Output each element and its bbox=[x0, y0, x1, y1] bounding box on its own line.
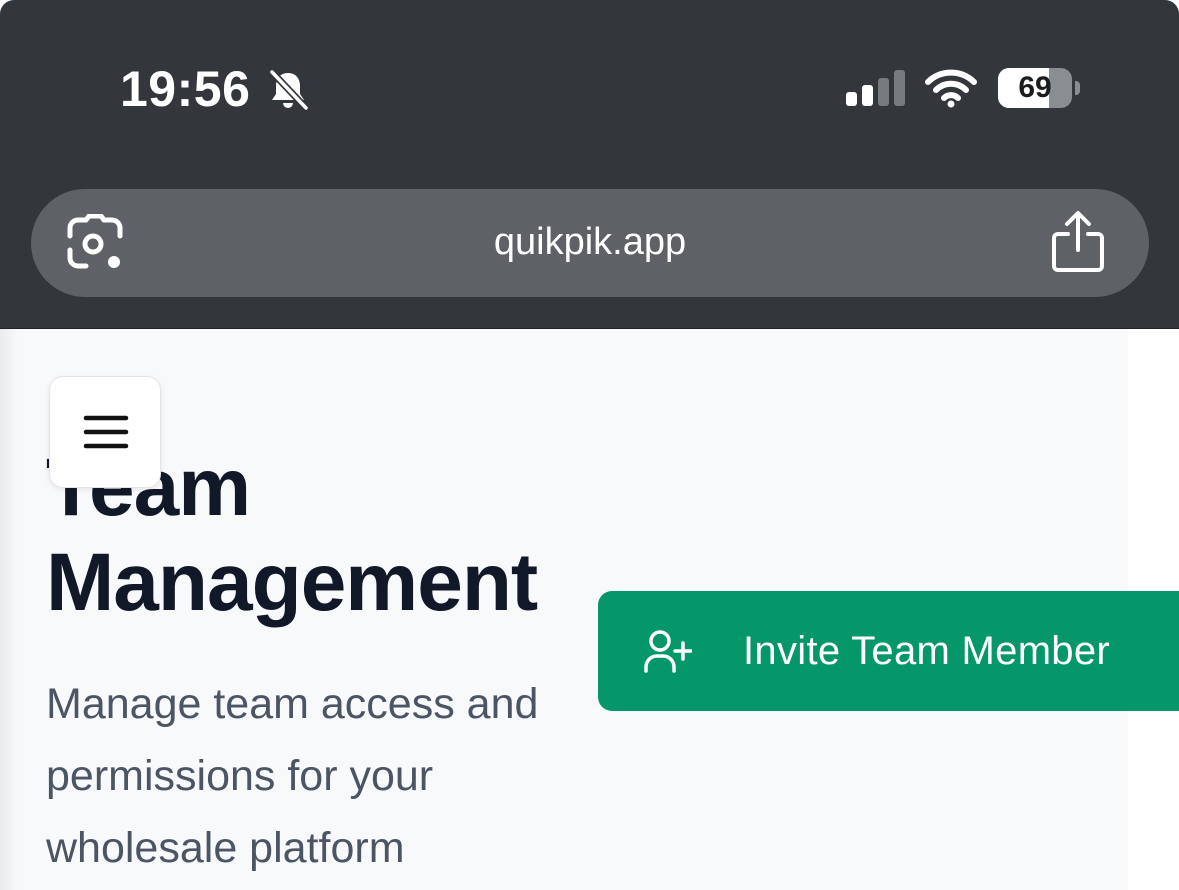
status-time: 19:56 bbox=[120, 61, 251, 117]
sidebar-edge-shadow bbox=[0, 329, 18, 890]
battery-body: 69 bbox=[998, 68, 1072, 108]
camera-lens-icon[interactable] bbox=[66, 214, 124, 272]
wifi-icon bbox=[925, 69, 977, 108]
battery-tip bbox=[1075, 81, 1080, 95]
url-text[interactable]: quikpik.app bbox=[31, 189, 1149, 297]
browser-chrome: 19:56 69 quikpik.app bbox=[0, 0, 1179, 329]
menu-button[interactable] bbox=[49, 376, 161, 488]
battery-level: 69 bbox=[1018, 71, 1052, 104]
address-bar[interactable]: quikpik.app bbox=[31, 189, 1149, 297]
share-icon[interactable] bbox=[1050, 210, 1106, 274]
invite-team-member-button[interactable]: Invite Team Member bbox=[598, 591, 1179, 711]
cellular-signal-icon bbox=[846, 70, 905, 106]
battery-icon: 69 bbox=[998, 68, 1082, 108]
hamburger-menu-icon bbox=[83, 415, 129, 449]
invite-button-label: Invite Team Member bbox=[743, 629, 1111, 673]
bell-slash-icon bbox=[268, 68, 310, 112]
user-plus-icon bbox=[644, 630, 692, 673]
browser-window: 19:56 69 quikpik.app Management Manage t… bbox=[0, 0, 1179, 890]
page-subtitle: Manage team access and permissions for y… bbox=[46, 680, 539, 872]
